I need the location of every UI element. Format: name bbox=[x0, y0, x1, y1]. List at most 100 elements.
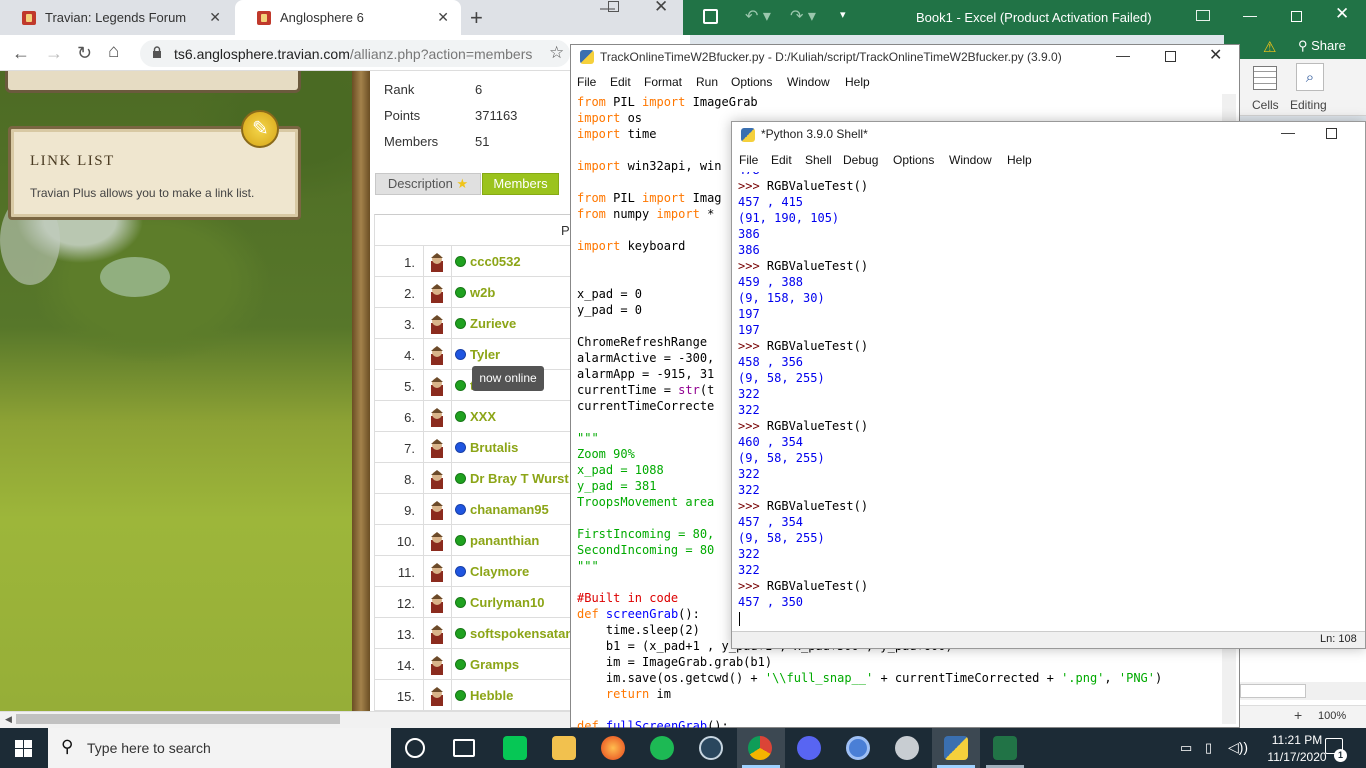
spotify-icon[interactable] bbox=[650, 736, 674, 760]
rank-value: 6 bbox=[475, 82, 483, 97]
clock-date[interactable]: 11/17/2020 bbox=[1267, 750, 1327, 764]
member-name-link[interactable]: pananthian bbox=[470, 533, 539, 548]
menu-options[interactable]: Options bbox=[731, 75, 772, 89]
cells-icon[interactable] bbox=[1253, 66, 1277, 90]
network-status-icon[interactable]: ▯ bbox=[1205, 740, 1212, 756]
save-icon[interactable] bbox=[703, 9, 718, 24]
bookmark-star-icon[interactable]: ☆ bbox=[549, 43, 564, 63]
member-name-link[interactable]: chanaman95 bbox=[470, 502, 549, 517]
scroll-left-icon[interactable]: ◀ bbox=[5, 714, 12, 725]
menu-run[interactable]: Run bbox=[696, 75, 718, 89]
tab-description[interactable]: Description ★ bbox=[375, 173, 481, 195]
shell-menu-edit[interactable]: Edit bbox=[771, 153, 792, 167]
close-icon[interactable]: ✕ bbox=[1335, 4, 1349, 24]
member-name-link[interactable]: w2b bbox=[470, 285, 495, 300]
windows-start-icon[interactable] bbox=[15, 740, 32, 757]
member-name-link[interactable]: Dr Bray T Wurst bbox=[470, 471, 569, 486]
file-explorer-icon[interactable] bbox=[552, 736, 576, 760]
python-idle-icon[interactable] bbox=[944, 736, 968, 760]
cells-group-label[interactable]: Cells bbox=[1252, 98, 1279, 112]
minimize-icon[interactable]: — bbox=[1116, 47, 1130, 63]
maximize-icon[interactable] bbox=[1165, 51, 1176, 62]
shell-menu-window[interactable]: Window bbox=[949, 153, 992, 167]
browser-tab-anglosphere[interactable]: Anglosphere 6 ✕ bbox=[235, 0, 461, 35]
close-tab-icon[interactable]: ✕ bbox=[209, 9, 221, 26]
member-name-link[interactable]: Curlyman10 bbox=[470, 595, 544, 610]
warning-icon[interactable]: ⚠ bbox=[1263, 38, 1276, 56]
menu-edit[interactable]: Edit bbox=[610, 75, 631, 89]
reload-icon[interactable]: ↻ bbox=[77, 43, 92, 64]
zoom-level[interactable]: 100% bbox=[1318, 710, 1346, 722]
find-icon[interactable]: ⌕ bbox=[1296, 63, 1324, 91]
steam-icon[interactable] bbox=[699, 736, 723, 760]
close-icon[interactable]: ✕ bbox=[1209, 45, 1222, 65]
search-icon: ⚲ bbox=[61, 737, 74, 756]
redo-icon[interactable]: ↷ ▾ bbox=[790, 6, 816, 26]
editing-group-label[interactable]: Editing bbox=[1290, 98, 1327, 112]
member-name-link[interactable]: Zurieve bbox=[470, 316, 516, 331]
column-divider bbox=[451, 618, 452, 649]
close-tab-icon[interactable]: ✕ bbox=[437, 9, 449, 26]
menu-help[interactable]: Help bbox=[845, 75, 870, 89]
chrome-icon[interactable] bbox=[748, 736, 772, 760]
tab-members[interactable]: Members bbox=[482, 173, 559, 195]
maximize-icon[interactable] bbox=[608, 1, 619, 12]
forward-icon[interactable]: → bbox=[45, 43, 63, 64]
line-app-icon[interactable] bbox=[503, 736, 527, 760]
minimize-icon[interactable]: — bbox=[1281, 124, 1295, 140]
member-rank: 15. bbox=[396, 689, 415, 704]
home-icon[interactable]: ⌂ bbox=[108, 41, 119, 63]
new-tab-icon[interactable]: + bbox=[470, 5, 483, 31]
close-icon[interactable]: ✕ bbox=[654, 0, 668, 17]
column-divider bbox=[423, 432, 424, 463]
excel-icon[interactable] bbox=[993, 736, 1017, 760]
edit-pencil-icon[interactable] bbox=[241, 110, 279, 148]
zoom-in-icon[interactable]: + bbox=[1294, 707, 1302, 723]
maximize-icon[interactable] bbox=[1326, 128, 1337, 139]
menu-file[interactable]: File bbox=[577, 75, 596, 89]
shell-menu-shell[interactable]: Shell bbox=[805, 153, 832, 167]
task-view-icon[interactable] bbox=[453, 739, 475, 757]
shell-menu-debug[interactable]: Debug bbox=[843, 153, 878, 167]
minimize-icon[interactable]: — bbox=[1243, 7, 1257, 23]
status-blue-icon bbox=[455, 566, 466, 577]
member-name-link[interactable]: softspokensatan bbox=[470, 626, 573, 641]
member-name-link[interactable]: Gramps bbox=[470, 657, 519, 672]
ribbon-display-options-icon[interactable] bbox=[1196, 10, 1210, 21]
member-name-link[interactable]: Claymore bbox=[470, 564, 529, 579]
member-name-link[interactable]: ccc0532 bbox=[470, 254, 521, 269]
player-avatar-icon bbox=[431, 377, 443, 396]
clock-time[interactable]: 11:21 PM bbox=[1267, 733, 1327, 747]
menu-window[interactable]: Window bbox=[787, 75, 830, 89]
table-row: 3. Zurieve bbox=[375, 308, 572, 339]
shell-menu-options[interactable]: Options bbox=[893, 153, 934, 167]
chrome-profile-icon[interactable] bbox=[846, 736, 870, 760]
column-divider bbox=[451, 494, 452, 525]
browser-tab-forum[interactable]: Travian: Legends Forum ✕ bbox=[0, 0, 233, 35]
column-divider bbox=[451, 246, 452, 277]
share-button[interactable]: ⚲ Share bbox=[1298, 38, 1346, 54]
member-name-link[interactable]: Hebble bbox=[470, 688, 513, 703]
shell-output[interactable]: 478 >>> RGBValueTest() 457 , 415 (91, 19… bbox=[738, 172, 1366, 630]
app-icon[interactable] bbox=[895, 736, 919, 760]
firefox-icon[interactable] bbox=[601, 736, 625, 760]
idle-window-title: TrackOnlineTimeW2Bfucker.py - D:/Kuliah/… bbox=[600, 50, 1062, 64]
member-name-link[interactable]: Brutalis bbox=[470, 440, 518, 455]
excel-horizontal-scrollbar[interactable] bbox=[1240, 684, 1306, 698]
customize-toolbar-icon[interactable]: ▾ bbox=[840, 8, 846, 21]
column-divider bbox=[423, 649, 424, 680]
shell-menu-help[interactable]: Help bbox=[1007, 153, 1032, 167]
member-name-link[interactable]: Tyler bbox=[470, 347, 500, 362]
undo-icon[interactable]: ↶ ▾ bbox=[745, 6, 771, 26]
network-icon[interactable]: ▭ bbox=[1180, 740, 1192, 756]
cortana-icon[interactable] bbox=[405, 738, 425, 758]
url-text[interactable]: ts6.anglosphere.travian.com/allianz.php?… bbox=[174, 46, 532, 62]
shell-menu-file[interactable]: File bbox=[739, 153, 758, 167]
maximize-icon[interactable] bbox=[1291, 11, 1302, 22]
scrollbar-thumb[interactable] bbox=[16, 714, 340, 724]
back-icon[interactable]: ← bbox=[12, 43, 30, 64]
discord-icon[interactable] bbox=[797, 736, 821, 760]
menu-format[interactable]: Format bbox=[644, 75, 682, 89]
member-name-link[interactable]: XXX bbox=[470, 409, 496, 424]
volume-icon[interactable]: ◁)) bbox=[1228, 739, 1248, 756]
